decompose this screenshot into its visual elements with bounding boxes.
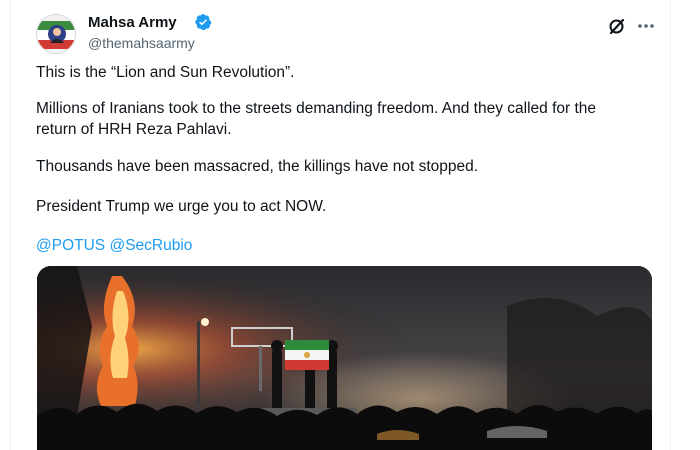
mention-secrubio[interactable]: @SecRubio <box>109 237 192 254</box>
post-paragraph-2: Millions of Iranians took to the streets… <box>36 100 597 138</box>
post-paragraph-4: President Trump we urge you to act NOW. <box>36 198 327 215</box>
post-paragraph-1: This is the “Lion and Sun Revolution”. <box>36 64 295 81</box>
avatar[interactable] <box>36 14 76 54</box>
handle[interactable]: @themahsaarmy <box>88 35 195 51</box>
more-options-icon[interactable] <box>636 16 656 36</box>
post-header: Mahsa Army @themahsaarmy <box>36 12 656 54</box>
verified-badge-icon <box>195 13 212 31</box>
card-border-left <box>10 0 11 450</box>
card-border-right <box>670 0 671 450</box>
x-logo-icon[interactable] <box>607 16 627 36</box>
protest-photo <box>37 266 652 450</box>
post-paragraph-3: Thousands have been massacred, the killi… <box>36 158 479 175</box>
avatar-image <box>37 15 75 53</box>
mentions-line: @POTUS @SecRubio <box>36 235 192 256</box>
post-media-photo[interactable] <box>37 266 652 450</box>
mention-potus[interactable]: @POTUS <box>36 237 105 254</box>
display-name[interactable]: Mahsa Army <box>88 14 177 31</box>
